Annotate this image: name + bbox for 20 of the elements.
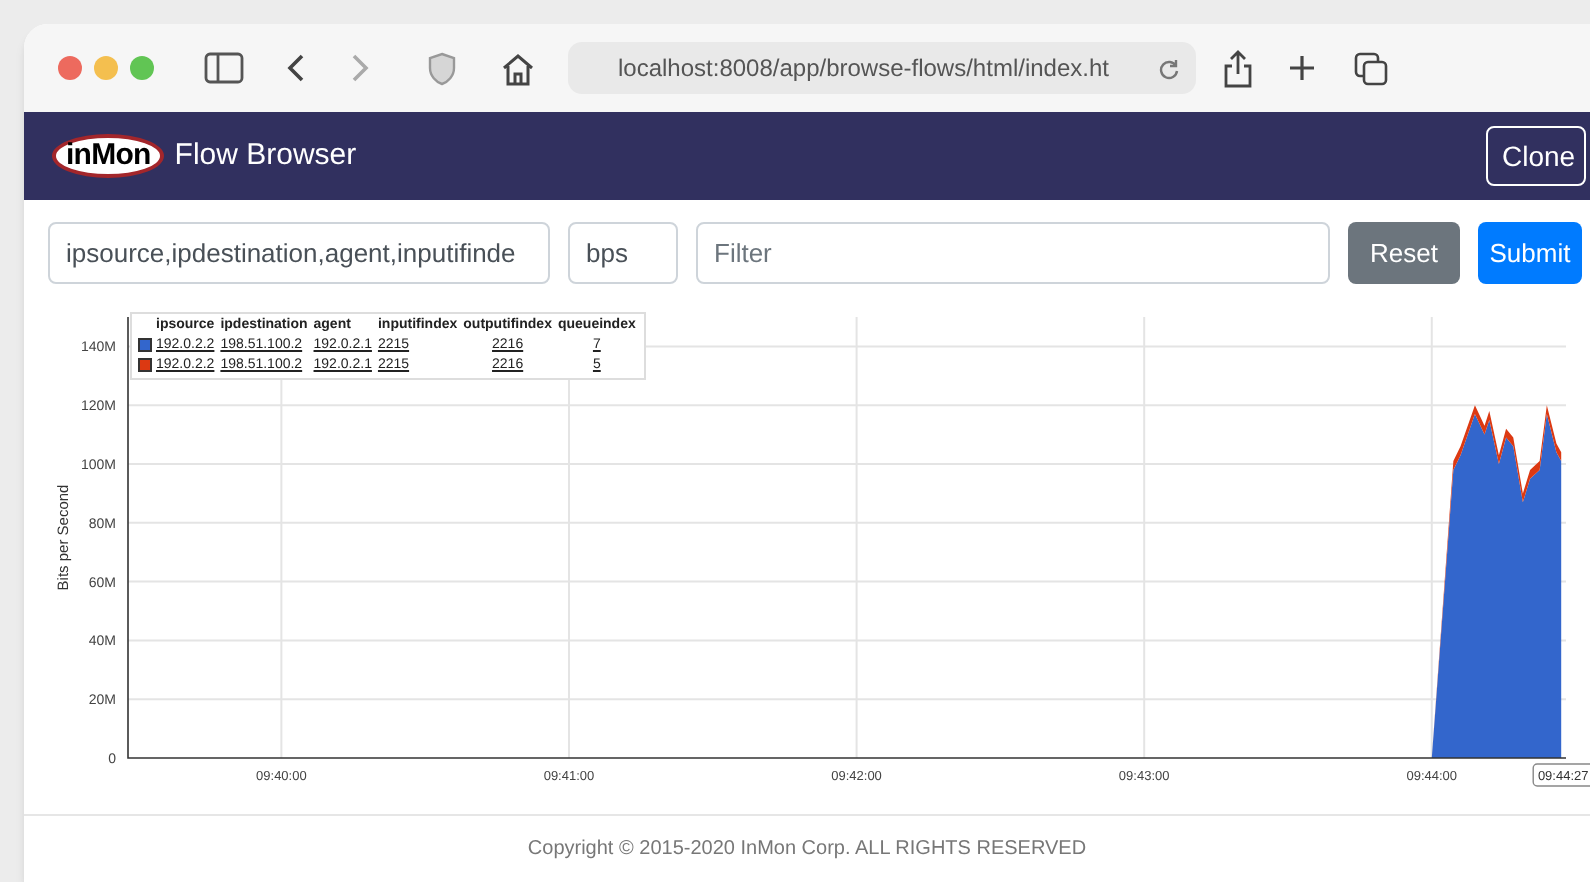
reload-icon[interactable] bbox=[1158, 57, 1180, 79]
shield-icon[interactable] bbox=[428, 51, 456, 85]
filter-field[interactable]: Filter bbox=[696, 222, 1330, 284]
close-window-icon[interactable] bbox=[58, 56, 82, 80]
app-title: Flow Browser bbox=[174, 135, 357, 176]
home-icon[interactable] bbox=[500, 51, 536, 85]
reset-button[interactable]: Reset bbox=[1348, 222, 1460, 284]
address-bar[interactable]: localhost:8008/app/browse-flows/html/index.ht bbox=[568, 42, 1196, 94]
back-icon[interactable] bbox=[286, 52, 306, 84]
clone-button[interactable]: Clone bbox=[1486, 126, 1586, 186]
new-tab-icon[interactable] bbox=[1288, 54, 1316, 82]
url-text: localhost:8008/app/browse-flows/html/index.ht bbox=[618, 52, 1109, 86]
value-field[interactable]: bps bbox=[568, 222, 678, 284]
sidebar-icon[interactable] bbox=[204, 52, 244, 84]
keys-field[interactable]: ipsource,ipdestination,agent,inputifinde bbox=[48, 222, 550, 284]
logo: inMon bbox=[52, 134, 165, 178]
share-icon[interactable] bbox=[1224, 49, 1252, 87]
submit-button[interactable]: Submit bbox=[1478, 222, 1582, 284]
copyright-text: Copyright © 2015-2020 InMon Corp. ALL RIGHTS RESERVED bbox=[527, 836, 1087, 864]
tabs-overview-icon[interactable] bbox=[1354, 51, 1388, 85]
